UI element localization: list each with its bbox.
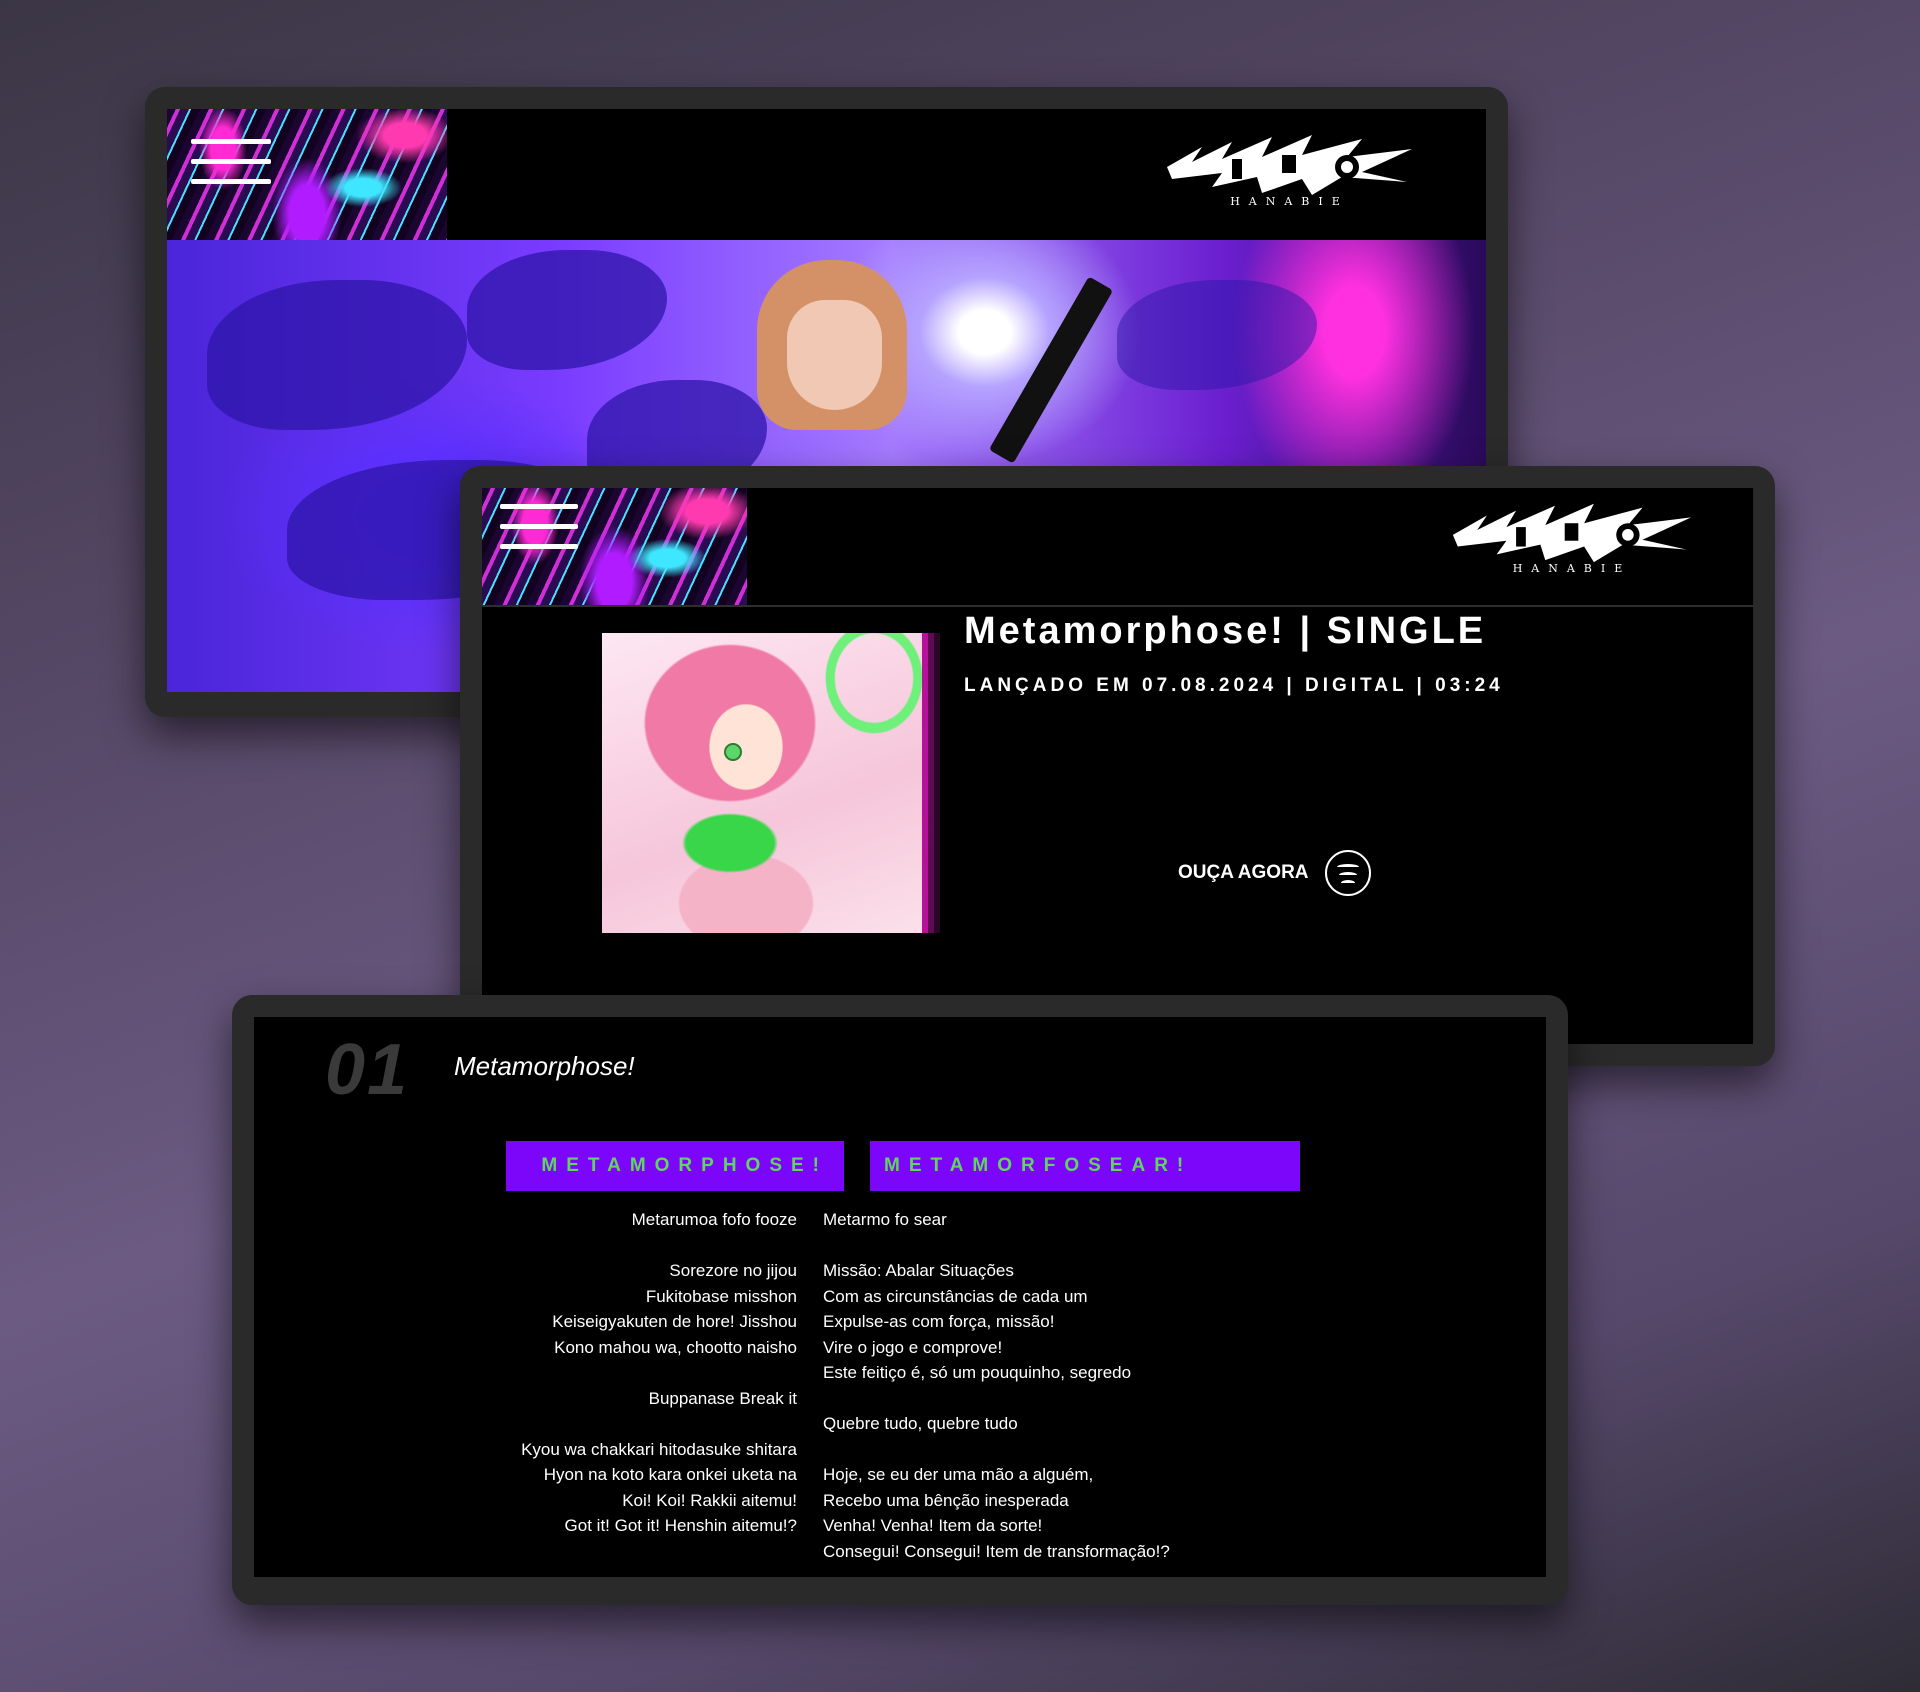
spotify-icon[interactable] bbox=[1324, 850, 1371, 896]
band-logo[interactable]: HANABIE bbox=[1447, 496, 1697, 575]
original-lyrics: Metarumoa fofo fooze Sorezore no jijou F… bbox=[459, 1207, 797, 1539]
lyric-line: Metarmo fo sear bbox=[823, 1210, 947, 1229]
lyric-line: Expulse-as com força, missão! bbox=[823, 1312, 1055, 1331]
lyric-line: Quebre tudo, quebre tudo bbox=[823, 1414, 1018, 1433]
track-number: 01 bbox=[325, 1030, 410, 1110]
listen-now-label: OUÇA AGORA bbox=[1178, 862, 1309, 883]
guitar-neck bbox=[988, 276, 1114, 464]
lyric-line: Sorezore no jijou bbox=[669, 1261, 797, 1280]
hamburger-menu-icon[interactable] bbox=[191, 139, 271, 199]
lyric-line: Got it! Got it! Henshin aitemu!? bbox=[564, 1516, 797, 1535]
lyric-line: Hoje, se eu der uma mão a alguém, bbox=[823, 1465, 1094, 1484]
lyric-line: Metarumoa fofo fooze bbox=[631, 1210, 797, 1229]
lyric-line bbox=[823, 1233, 1263, 1259]
lyric-line: Missão: Abalar Situações bbox=[823, 1261, 1014, 1280]
release-meta: LANÇADO EM 07.08.2024 | DIGITAL | 03:24 bbox=[964, 675, 1504, 696]
lyric-line: Este feitiço é, só um pouquinho, segredo bbox=[823, 1363, 1132, 1382]
menu-art-panel bbox=[167, 109, 447, 240]
lyric-line bbox=[459, 1411, 797, 1437]
hamburger-menu-icon[interactable] bbox=[500, 504, 578, 564]
release-title: Metamorphose! | SINGLE bbox=[964, 610, 1487, 652]
single-cover-art bbox=[602, 633, 922, 933]
track-title: Metamorphose! bbox=[454, 1051, 635, 1081]
release-screenshot-frame: HANABIE Metamorphose! | SINGLE LANÇADO E… bbox=[460, 466, 1775, 1066]
lyric-line: Com as circunstâncias de cada um bbox=[823, 1286, 1088, 1306]
lyric-line: Consegui! Consegui! Item de transformaçã… bbox=[823, 1541, 1170, 1561]
lyric-line bbox=[459, 1360, 797, 1386]
lyric-line: Fukitobase misshon bbox=[645, 1286, 797, 1306]
logo-subtitle: HANABIE bbox=[1230, 195, 1349, 208]
lyric-line: Hyon na koto kara onkei uketa na bbox=[543, 1465, 797, 1484]
translated-lyrics: Metarmo fo sear Missão: Abalar Situações… bbox=[823, 1207, 1263, 1564]
lyric-line: Kono mahou wa, chootto naisho bbox=[554, 1337, 797, 1357]
lyrics-screen: 01 Metamorphose! METAMORPHOSE! METAMORFO… bbox=[254, 1017, 1546, 1577]
translation-lyrics-header: METAMORFOSEAR! bbox=[870, 1141, 1300, 1191]
menu-art-panel bbox=[482, 488, 747, 605]
lyric-line: Keiseigyakuten de hore! Jisshou bbox=[552, 1312, 797, 1331]
lyric-line bbox=[459, 1233, 797, 1259]
lyric-line: Kyou wa chakkari hitodasuke shitara bbox=[521, 1439, 797, 1459]
original-lyrics-header: METAMORPHOSE! bbox=[506, 1141, 844, 1191]
logo-mark bbox=[1167, 135, 1412, 195]
lyrics-screenshot-frame: 01 Metamorphose! METAMORPHOSE! METAMORFO… bbox=[232, 995, 1568, 1605]
band-logo[interactable]: HANABIE bbox=[1162, 127, 1417, 208]
lyric-line bbox=[823, 1437, 1263, 1463]
lyric-line: Vire o jogo e comprove! bbox=[823, 1337, 1003, 1357]
header-divider bbox=[482, 605, 1753, 607]
lyric-line: Venha! Venha! Item da sorte! bbox=[823, 1516, 1043, 1535]
logo-subtitle: HANABIE bbox=[1512, 562, 1632, 575]
logo-mark bbox=[1452, 503, 1692, 563]
lyric-line bbox=[823, 1386, 1263, 1412]
listen-now-link[interactable]: OUÇA AGORA bbox=[1178, 850, 1371, 896]
lyric-line: Buppanase Break it bbox=[648, 1388, 797, 1408]
release-screen: HANABIE Metamorphose! | SINGLE LANÇADO E… bbox=[482, 488, 1753, 1044]
lyric-line: Recebo uma bênção inesperada bbox=[823, 1490, 1069, 1510]
lyric-line: Koi! Koi! Rakkii aitemu! bbox=[622, 1490, 797, 1510]
performer-figure bbox=[757, 260, 917, 460]
